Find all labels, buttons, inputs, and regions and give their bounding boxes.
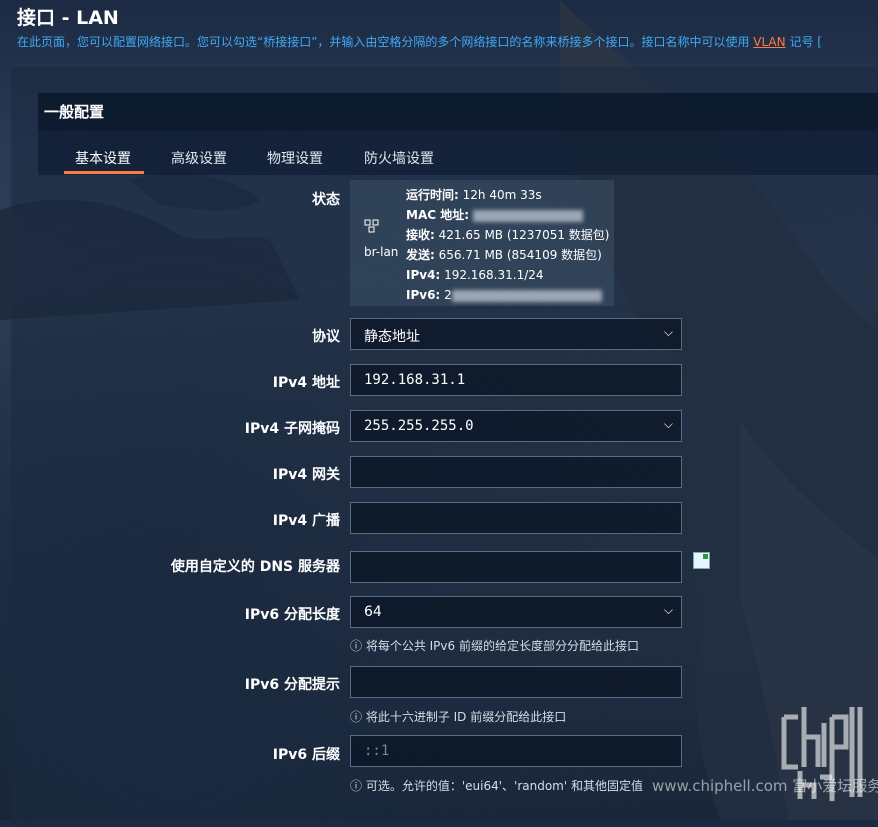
dns-label: 使用自定义的 DNS 服务器 — [170, 559, 340, 575]
help-icon: ⓘ — [350, 710, 366, 724]
ipv6-assign-select[interactable]: 64 ⌵ — [350, 596, 682, 628]
dns-input[interactable] — [350, 551, 682, 583]
ipv4-netmask-label: IPv4 子网掩码 — [244, 421, 340, 437]
ipv6-suffix-input[interactable]: ::1 — [350, 735, 682, 767]
ipv6-hint-hint: ⓘ 将此十六进制子 ID 前缀分配给此接口 — [350, 710, 567, 724]
mac-redacted — [472, 209, 583, 222]
ipv4-value: 192.168.31.1/24 — [444, 268, 544, 282]
chiphell-logo — [781, 707, 863, 801]
uptime-value: 12h 40m 33s — [462, 188, 542, 202]
ipv6-suffix-hint: ⓘ 可选。允许的值：'eui64'、'random' 和其他固定值 — [350, 779, 643, 793]
tab-firewall[interactable]: 防火墙设置 — [364, 148, 434, 168]
tab-advanced[interactable]: 高级设置 — [171, 148, 227, 168]
rx-value: 421.65 MB (1237051 数据包) — [438, 228, 610, 242]
ipv6-redacted — [451, 289, 602, 302]
status-label: 状态 — [312, 192, 340, 208]
ipv6-hint-input[interactable] — [350, 666, 682, 698]
ipv6-suffix-label: IPv6 后缀 — [272, 747, 340, 763]
ipv4-gateway-input[interactable] — [350, 456, 682, 488]
section-title: 一般配置 — [44, 103, 105, 121]
page-title: 接口 - LAN — [17, 7, 119, 29]
add-entry-icon[interactable] — [693, 552, 710, 569]
help-icon: ⓘ — [350, 779, 366, 793]
ipv6-assign-hint: ⓘ 将每个公共 IPv6 前缀的给定长度部分分配给此接口 — [350, 639, 639, 653]
ipv4-address-label: IPv4 地址 — [272, 375, 340, 391]
status-details: 运行时间: 12h 40m 33s MAC 地址: 接收: 421.65 MB … — [406, 188, 610, 302]
chevron-down-icon: ⌵ — [663, 603, 673, 617]
protocol-select[interactable]: 静态地址 ⌵ — [350, 318, 682, 350]
ipv6-hint-label: IPv6 分配提示 — [244, 677, 340, 693]
ipv4-address-input[interactable]: 192.168.31.1 — [350, 364, 682, 396]
ipv4-broadcast-input[interactable] — [350, 502, 682, 534]
network-interface-icon — [364, 219, 380, 237]
vlan-link[interactable]: VLAN — [753, 35, 785, 49]
tab-bar: 基本设置 高级设置 物理设置 防火墙设置 — [38, 131, 878, 175]
ipv4-gateway-label: IPv4 网关 — [272, 467, 340, 483]
tab-basic[interactable]: 基本设置 — [75, 148, 131, 168]
tab-physical[interactable]: 物理设置 — [267, 148, 323, 168]
page-description: 在此页面，您可以配置网络接口。您可以勾选“桥接接口”，并输入由空格分隔的多个网络… — [17, 35, 822, 49]
section-header: 一般配置 — [38, 93, 878, 131]
ipv4-broadcast-label: IPv4 广播 — [272, 513, 340, 529]
help-icon: ⓘ — [350, 639, 366, 653]
protocol-label: 协议 — [312, 329, 340, 345]
tx-value: 656.71 MB (854109 数据包) — [438, 248, 602, 262]
active-tab-indicator — [64, 171, 144, 174]
chevron-down-icon: ⌵ — [663, 417, 673, 431]
ipv4-netmask-select[interactable]: 255.255.255.0 ⌵ — [350, 410, 682, 442]
chevron-down-icon: ⌵ — [663, 325, 673, 339]
status-box: br-lan 运行时间: 12h 40m 33s MAC 地址: 接收: 421… — [350, 180, 614, 306]
ipv6-assign-label: IPv6 分配长度 — [244, 607, 340, 623]
interface-name: br-lan — [364, 245, 399, 259]
